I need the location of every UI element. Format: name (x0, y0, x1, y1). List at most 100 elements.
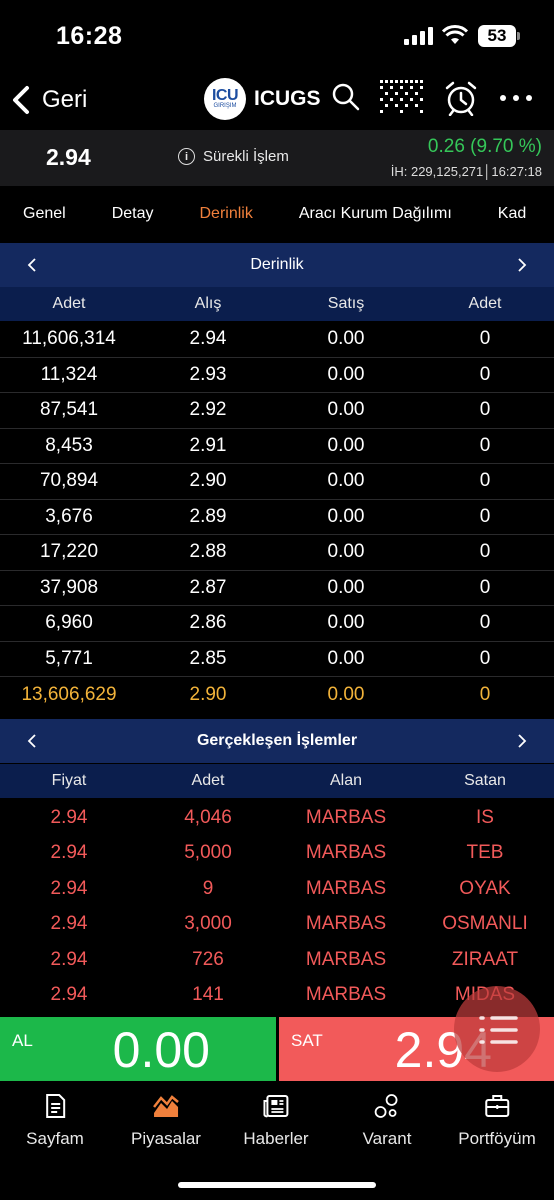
nav-varant[interactable]: Varant (362, 1093, 412, 1149)
ask-qty: 0 (479, 576, 491, 598)
depth-row[interactable]: 6,960 2.86 0.00 0 (0, 606, 554, 642)
depth-section-header: Derinlik (0, 243, 554, 287)
bid-qty: 3,676 (45, 505, 93, 527)
nav-portfoyum[interactable]: Portföyüm (458, 1093, 536, 1149)
bid-qty: 70,894 (39, 470, 99, 492)
col-bid-qty: Adet (52, 295, 86, 312)
nav-label: Varant (362, 1129, 412, 1148)
trade-buyer: MARBAS (305, 842, 387, 864)
bid-qty: 17,220 (39, 541, 99, 563)
bid-price: 2.86 (189, 612, 227, 634)
total-bid-qty: 13,606,629 (21, 683, 117, 705)
trade-qty: 9 (202, 877, 214, 899)
ask-price: 0.00 (327, 541, 365, 563)
info-icon: i (178, 148, 195, 165)
col-ask-qty: Adet (468, 295, 502, 312)
ask-qty: 0 (479, 505, 491, 527)
depth-row[interactable]: 11,606,314 2.94 0.00 0 (0, 322, 554, 358)
alarm-clock-icon[interactable] (444, 80, 478, 116)
chevron-right-icon[interactable] (512, 731, 532, 751)
tab-derinlik[interactable]: Derinlik (177, 205, 276, 223)
trade-qty: 3,000 (184, 913, 232, 935)
trade-buyer: MARBAS (305, 984, 387, 1006)
nav-bar: Geri ICU GIRIŞIM ICUGS (0, 72, 554, 130)
bottom-tab-bar: Sayfam Piyasalar Haberler Varant Portföy… (0, 1081, 554, 1200)
sell-label: SAT (291, 1031, 323, 1050)
trade-row[interactable]: 2.94 5,000 MARBAS TEB (0, 836, 554, 872)
logo-text: ICU (211, 87, 239, 104)
depth-row[interactable]: 70,894 2.90 0.00 0 (0, 464, 554, 500)
last-price: 2.94 (46, 144, 91, 170)
ask-qty: 0 (479, 328, 491, 350)
status-time: 16:28 (56, 22, 123, 50)
quick-menu-button[interactable] (454, 986, 540, 1072)
nav-sayfam[interactable]: Sayfam (26, 1093, 84, 1149)
ask-price: 0.00 (327, 612, 365, 634)
bid-qty: 87,541 (39, 399, 99, 421)
depth-row[interactable]: 3,676 2.89 0.00 0 (0, 500, 554, 535)
tab-genel[interactable]: Genel (0, 205, 89, 223)
depth-row[interactable]: 8,453 2.91 0.00 0 (0, 429, 554, 464)
depth-row[interactable]: 11,324 2.93 0.00 0 (0, 358, 554, 393)
ask-qty: 0 (479, 399, 491, 421)
trade-price: 2.94 (50, 806, 88, 828)
bid-price: 2.85 (189, 647, 227, 669)
symbol-title: ICU GIRIŞIM ICUGS (204, 78, 321, 120)
trade-price: 2.94 (50, 984, 88, 1006)
depth-title: Derinlik (250, 256, 304, 273)
trade-row[interactable]: 2.94 9 MARBAS OYAK (0, 871, 554, 907)
bid-price: 2.88 (189, 541, 227, 563)
trade-buyer: MARBAS (305, 806, 387, 828)
trade-price: 2.94 (50, 842, 88, 864)
nav-label: Haberler (243, 1129, 309, 1148)
trade-seller: TEB (466, 842, 504, 864)
tab-araci-kurum[interactable]: Aracı Kurum Dağılımı (276, 205, 475, 223)
chevron-left-icon (13, 86, 29, 114)
chevron-right-icon[interactable] (512, 255, 532, 275)
trade-row[interactable]: 2.94 726 MARBAS ZIRAAT (0, 942, 554, 978)
trade-seller: OYAK (459, 877, 511, 899)
buy-button[interactable]: AL 0.00 (0, 1017, 276, 1081)
trade-seller: OSMANLI (442, 913, 528, 935)
tab-bar: Genel Detay Derinlik Aracı Kurum Dağılım… (0, 186, 554, 242)
depth-grid-icon[interactable] (380, 78, 424, 114)
avg-ask-price: 0.00 (327, 683, 365, 705)
status-bar: 16:28 53 (0, 0, 554, 72)
depth-row[interactable]: 17,220 2.88 0.00 0 (0, 535, 554, 571)
col-bid: Alış (194, 295, 222, 312)
session-label: Sürekli İşlem (203, 148, 289, 165)
session-status[interactable]: i Sürekli İşlem (178, 148, 289, 165)
tab-kademe[interactable]: Kad (475, 205, 549, 223)
chevron-left-icon[interactable] (22, 731, 42, 751)
company-logo: ICU GIRIŞIM (204, 78, 246, 120)
nav-label: Sayfam (26, 1129, 84, 1148)
back-button[interactable]: Geri (10, 82, 87, 118)
more-menu-icon[interactable] (498, 82, 534, 112)
col-qty: Adet (191, 772, 225, 789)
search-icon[interactable] (332, 82, 360, 112)
cellular-signal-icon (404, 27, 434, 45)
trade-row[interactable]: 2.94 3,000 MARBAS OSMANLI (0, 907, 554, 943)
depth-row[interactable]: 37,908 2.87 0.00 0 (0, 571, 554, 606)
nav-haberler[interactable]: Haberler (243, 1093, 309, 1149)
ask-price: 0.00 (327, 434, 365, 456)
bid-price: 2.87 (189, 576, 227, 598)
trade-seller: IS (476, 806, 494, 828)
depth-row[interactable]: 87,541 2.92 0.00 0 (0, 393, 554, 429)
back-label: Geri (42, 86, 88, 113)
market-chart-icon (153, 1095, 179, 1117)
price-change: 0.26 (9.70 %) (427, 136, 542, 157)
trade-row[interactable]: 2.94 4,046 MARBAS IS (0, 800, 554, 836)
bid-price: 2.91 (189, 434, 227, 456)
buy-label: AL (12, 1031, 33, 1050)
ask-price: 0.00 (327, 363, 365, 385)
chevron-left-icon[interactable] (22, 255, 42, 275)
quote-header: 2.94 i Sürekli İşlem 0.26 (9.70 %) İH: 2… (0, 130, 554, 186)
col-price: Fiyat (51, 772, 87, 789)
ask-price: 0.00 (327, 399, 365, 421)
home-indicator (178, 1182, 376, 1188)
tab-detay[interactable]: Detay (89, 205, 177, 223)
avg-bid-price: 2.90 (189, 683, 227, 705)
nav-piyasalar[interactable]: Piyasalar (131, 1093, 201, 1149)
depth-row[interactable]: 5,771 2.85 0.00 0 (0, 642, 554, 677)
